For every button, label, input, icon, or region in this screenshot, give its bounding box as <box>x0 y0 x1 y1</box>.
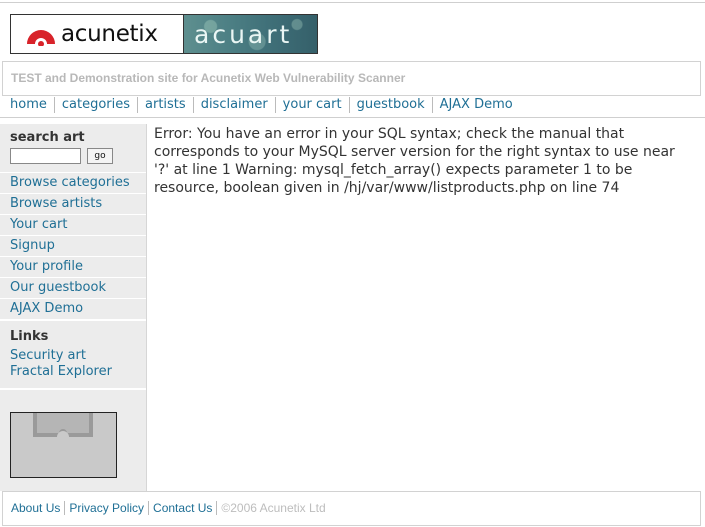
puzzle-icon <box>33 413 93 437</box>
brand-name: acunetix <box>61 21 158 47</box>
link-fractal-explorer[interactable]: Fractal Explorer <box>10 364 112 379</box>
side-menu: Browse categories Browse artists Your ca… <box>0 172 146 320</box>
footer-privacy-policy[interactable]: Privacy Policy <box>64 501 148 515</box>
nav-guestbook[interactable]: guestbook <box>348 97 432 113</box>
copyright-text: ©2006 Acunetix Ltd <box>216 501 326 515</box>
error-message: Error: You have an error in your SQL syn… <box>154 126 675 196</box>
sidebar-item-signup[interactable]: Signup <box>0 236 146 257</box>
left-sidebar: search art go Browse categories Browse a… <box>0 124 147 491</box>
footer-about-us[interactable]: About Us <box>11 501 64 515</box>
top-navigation: home categories artists disclaimer your … <box>10 97 520 113</box>
search-title: search art <box>10 130 85 145</box>
nav-artists[interactable]: artists <box>137 97 193 113</box>
sidebar-divider <box>0 388 146 390</box>
acunetix-mark-icon <box>27 30 55 46</box>
sidebar-item-ajax-demo[interactable]: AJAX Demo <box>0 299 146 320</box>
search-go-button[interactable]: go <box>87 148 113 164</box>
tagline-bar: TEST and Demonstration site for Acunetix… <box>2 61 701 96</box>
nav-divider <box>0 117 705 118</box>
sidebar-item-your-profile[interactable]: Your profile <box>0 257 146 278</box>
sidebar-item-browse-categories[interactable]: Browse categories <box>0 173 146 194</box>
site-name: acuart <box>194 19 293 49</box>
acuart-banner: acuart <box>183 15 317 53</box>
sidebar-item-your-cart[interactable]: Your cart <box>0 215 146 236</box>
links-title: Links <box>10 329 49 344</box>
nav-your-cart[interactable]: your cart <box>274 97 349 113</box>
tagline-text: TEST and Demonstration site for Acunetix… <box>11 71 406 85</box>
site-logo[interactable]: acunetix acuart <box>10 14 318 54</box>
footer-contact-us[interactable]: Contact Us <box>148 501 216 515</box>
nav-categories[interactable]: categories <box>53 97 137 113</box>
links-section: Links Security art Fractal Explorer <box>0 320 146 391</box>
acunetix-logo: acunetix <box>11 15 183 53</box>
link-security-art[interactable]: Security art <box>10 348 86 363</box>
footer: About Us Privacy Policy Contact Us ©2006… <box>2 491 701 526</box>
footer-links: About Us Privacy Policy Contact Us ©2006… <box>11 501 326 515</box>
sidebar-item-browse-artists[interactable]: Browse artists <box>0 194 146 215</box>
top-divider <box>0 2 705 3</box>
nav-home[interactable]: home <box>10 97 54 113</box>
placeholder-image[interactable] <box>10 412 117 478</box>
search-input[interactable] <box>10 148 81 164</box>
sidebar-item-our-guestbook[interactable]: Our guestbook <box>0 278 146 299</box>
nav-disclaimer[interactable]: disclaimer <box>192 97 275 113</box>
nav-ajax-demo[interactable]: AJAX Demo <box>431 97 520 113</box>
